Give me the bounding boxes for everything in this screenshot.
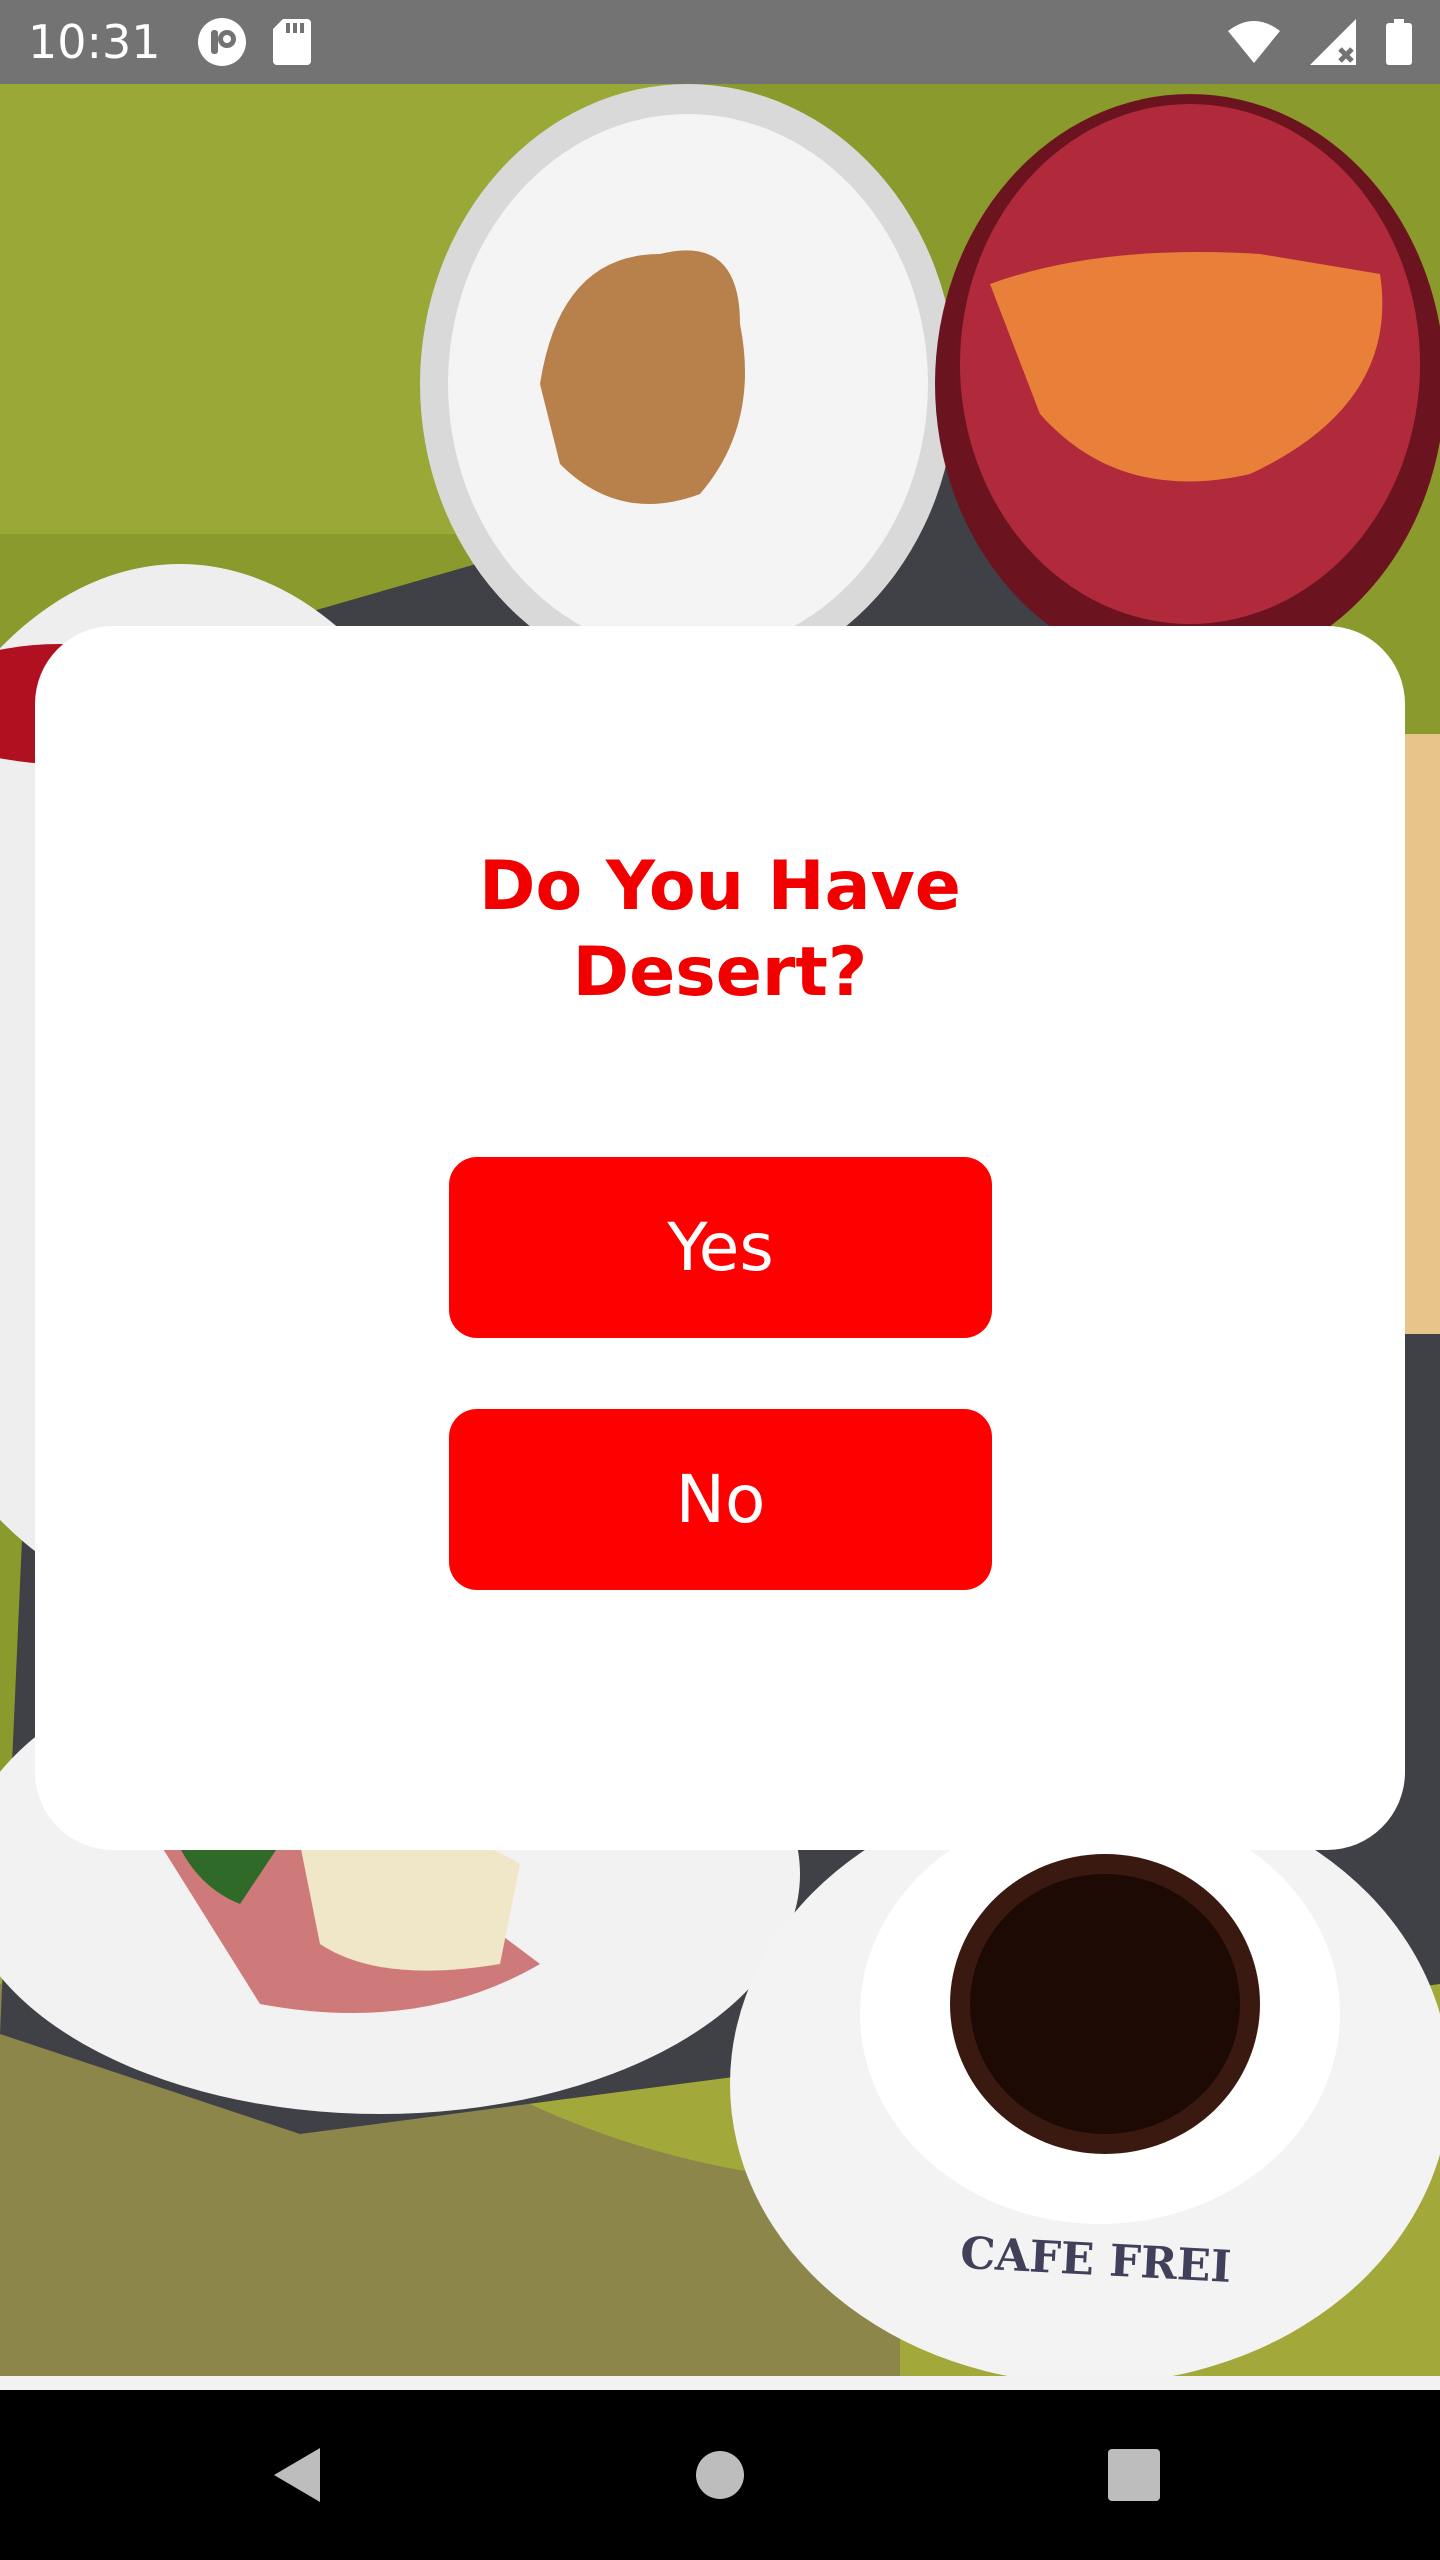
dessert-dialog: Do You Have Desert? Yes No bbox=[35, 626, 1405, 1850]
status-right-icons bbox=[1228, 19, 1412, 65]
cell-signal-icon bbox=[1310, 19, 1356, 65]
yes-button[interactable]: Yes bbox=[449, 1157, 992, 1338]
navigation-bar bbox=[0, 2390, 1440, 2560]
bottom-divider bbox=[0, 2376, 1440, 2390]
no-button[interactable]: No bbox=[449, 1409, 992, 1590]
dialog-title-line1: Do You Have bbox=[479, 847, 961, 926]
status-left-icons bbox=[197, 17, 311, 67]
recents-icon[interactable] bbox=[1108, 2449, 1160, 2501]
wifi-icon bbox=[1228, 21, 1280, 63]
back-icon[interactable] bbox=[268, 2444, 324, 2506]
notification-app-icon bbox=[197, 17, 247, 67]
battery-icon bbox=[1386, 19, 1412, 65]
dialog-title: Do You Have Desert? bbox=[35, 844, 1405, 1016]
sd-card-icon bbox=[272, 19, 311, 65]
home-icon[interactable] bbox=[695, 2450, 745, 2500]
status-time: 10:31 bbox=[28, 15, 161, 69]
status-bar: 10:31 bbox=[0, 0, 1440, 84]
dialog-title-line2: Desert? bbox=[572, 933, 868, 1012]
